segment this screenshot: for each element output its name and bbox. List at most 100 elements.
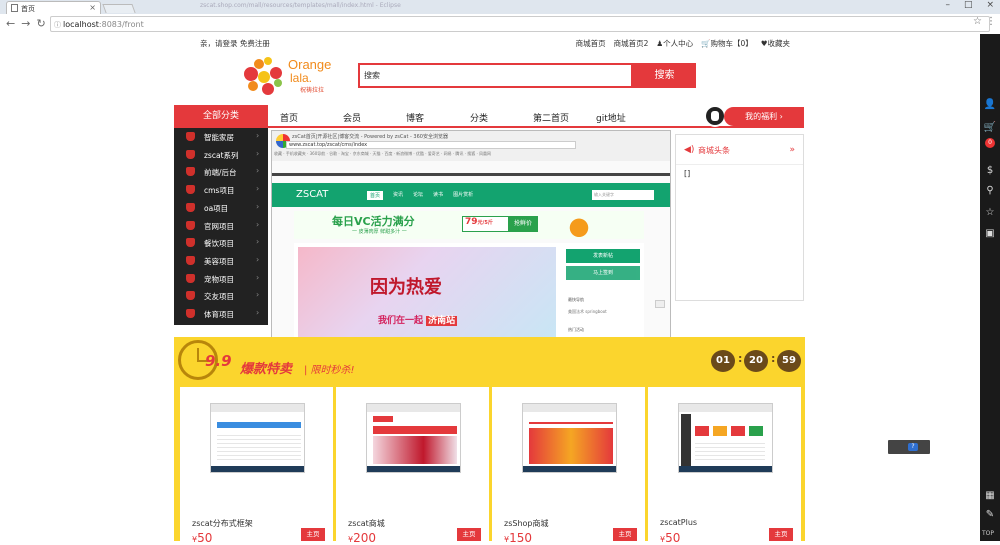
close-window-icon[interactable]: × — [986, 0, 994, 10]
chevron-right-icon: › — [256, 131, 260, 140]
nav-home[interactable]: 首页 — [280, 111, 298, 124]
top-links-bar: 亲，请登录 免费注册 商城首页 商城首页2 ♟个人中心 🛒购物车【0】 ♥收藏夹 — [200, 38, 800, 50]
back-to-top[interactable]: TOP — [982, 530, 994, 537]
cart-icon[interactable]: 🛒 — [983, 121, 997, 135]
product-home-button[interactable]: 主页 — [769, 528, 793, 541]
browser-tab[interactable]: 首页 × — [6, 1, 101, 14]
feedback-icon[interactable]: ✎ — [983, 508, 997, 522]
product-home-button[interactable]: 主页 — [457, 528, 481, 541]
logo-slogan: 祝祷拉拉 — [300, 87, 325, 94]
avatar — [704, 105, 726, 127]
footprint-icon[interactable]: ⚲ — [983, 184, 997, 198]
chevron-right-icon: › — [256, 148, 260, 158]
ad-price-num: 79 — [465, 217, 478, 227]
ad-price: 79元/5斤 — [462, 216, 510, 232]
cart-link[interactable]: 🛒购物车【0】 — [701, 38, 753, 49]
product-name[interactable]: zscat分布式框架 — [192, 518, 253, 529]
info-icon[interactable]: ⓘ — [54, 20, 61, 30]
sidebar-item-smart-home[interactable]: 智能家居 › — [174, 128, 268, 146]
product-card[interactable]: zscat分布式框架 ¥50 主页 — [180, 387, 333, 545]
sidebar-item-oa[interactable]: oa项目 › — [174, 199, 268, 217]
sidebar-item-sports[interactable]: 体育项目 › — [174, 305, 268, 323]
mall-home2-link[interactable]: 商城首页2 — [614, 38, 649, 49]
product-card[interactable]: zscat商城 ¥200 主页 — [336, 387, 489, 545]
sidebar-item-beauty[interactable]: 美容项目 › — [174, 252, 268, 270]
help-icon[interactable]: ? — [908, 443, 918, 451]
product-image[interactable] — [366, 403, 461, 473]
qrcode-icon[interactable]: ▦ — [983, 489, 997, 503]
star-icon[interactable]: ☆ — [983, 206, 997, 220]
pic-tag: 济南站 — [426, 316, 458, 326]
news-body: [] — [684, 169, 691, 178]
product-home-button[interactable]: 主页 — [613, 528, 637, 541]
new-tab-button[interactable] — [102, 4, 136, 13]
ad-price-unit: 元/5斤 — [477, 220, 493, 226]
sidebar-item-zscat[interactable]: zscat系列 › — [174, 146, 268, 164]
pic-slogan: 我们在一起 济南站 — [378, 313, 458, 326]
product-image[interactable] — [210, 403, 305, 473]
nav-member[interactable]: 会员 — [343, 111, 361, 124]
site-logo[interactable]: Orange lala. 祝祷拉拉 — [240, 55, 340, 100]
sidebar-item-cms[interactable]: cms项目 › — [174, 181, 268, 199]
news-more-link[interactable]: » — [789, 145, 795, 155]
countdown-separator: : — [738, 352, 743, 365]
nav-category[interactable]: 分类 — [470, 111, 488, 124]
maximize-icon[interactable]: □ — [964, 0, 973, 10]
tab-title: 首页 — [21, 5, 35, 13]
url-field[interactable]: ⓘ localhost:8083/front — [50, 16, 990, 32]
banner-site-search: 输入关键字 — [592, 190, 654, 200]
sidebar-item-frontend[interactable]: 前端/后台 › — [174, 163, 268, 181]
product-card[interactable]: zsShop商城 ¥150 主页 — [492, 387, 645, 545]
floating-widget[interactable]: ? — [888, 440, 930, 454]
main-banner[interactable]: zsCat首页|开源社区|博客交流 - Powered by zsCat - 3… — [271, 130, 671, 358]
user-center-link[interactable]: ♟个人中心 — [656, 38, 693, 49]
back-icon[interactable]: ← — [6, 17, 15, 30]
sidebar-item-website[interactable]: 官网项目 › — [174, 217, 268, 235]
news-title: 商城头条 — [698, 146, 730, 155]
search-input[interactable]: 搜索 — [358, 63, 633, 88]
nav-blog[interactable]: 博客 — [406, 111, 424, 124]
chevron-right-icon: › — [256, 166, 260, 176]
banner-hot-activity: 热门活动 — [568, 327, 584, 332]
product-name[interactable]: zscatPlus — [660, 518, 697, 527]
sidebar-item-dating[interactable]: 交友项目 › — [174, 287, 268, 305]
logo-text-orange: Orange — [288, 57, 332, 72]
product-price: ¥200 — [348, 531, 376, 545]
sidebar-item-pet[interactable]: 宠物项目 › — [174, 270, 268, 288]
user-icon[interactable]: 👤 — [983, 98, 997, 112]
close-tab-icon[interactable]: × — [89, 3, 96, 12]
product-card[interactable]: zscatPlus ¥50 主页 — [648, 387, 801, 545]
menu-icon[interactable]: ⋮ — [986, 16, 996, 27]
product-image[interactable] — [678, 403, 773, 473]
mall-home-link[interactable]: 商城首页 — [576, 38, 606, 49]
ad-subtitle: 一 皮薄肉厚 鲜甜多汁 一 — [352, 229, 407, 235]
login-link[interactable]: 亲，请登录 — [200, 39, 238, 48]
cart-count-badge: 0 — [985, 138, 995, 148]
forward-icon[interactable]: → — [21, 17, 30, 30]
product-name[interactable]: zsShop商城 — [504, 518, 549, 529]
product-price: ¥50 — [660, 531, 680, 545]
countdown-hours: 01 — [711, 350, 735, 372]
product-price-value: 50 — [197, 531, 213, 545]
nav-second-home[interactable]: 第二首页 — [533, 111, 569, 124]
my-welfare-button[interactable]: 我的福利 › — [724, 107, 804, 126]
product-image[interactable] — [522, 403, 617, 473]
service-icon[interactable]: ▣ — [983, 227, 997, 241]
all-categories-button[interactable]: 全部分类 — [174, 105, 268, 127]
nav-git[interactable]: git地址 — [596, 111, 626, 124]
search-button[interactable]: 搜索 — [633, 63, 696, 88]
minimize-icon[interactable]: – — [945, 0, 950, 10]
register-link[interactable]: 免费注册 — [240, 39, 270, 48]
product-name[interactable]: zscat商城 — [348, 518, 385, 529]
banner-site-nav: 首页 资讯 论坛 读书 图片赏析 — [367, 191, 473, 200]
product-home-button[interactable]: 主页 — [301, 528, 325, 541]
url-path: :8083/front — [98, 20, 144, 29]
favorites-link[interactable]: ♥收藏夹 — [761, 38, 790, 49]
bookmark-star-icon[interactable]: ☆ — [973, 16, 982, 27]
money-icon[interactable]: $ — [983, 164, 997, 178]
banner-scroll-handle[interactable] — [655, 300, 665, 308]
sidebar-item-catering[interactable]: 餐饮项目 › — [174, 234, 268, 252]
banner-ad: 每日VC活力满分 一 皮薄肉厚 鲜甜多汁 一 79元/5斤 抢鲜价 — [294, 211, 644, 239]
reload-icon[interactable]: ↻ — [36, 17, 45, 30]
category-icon — [186, 220, 195, 230]
